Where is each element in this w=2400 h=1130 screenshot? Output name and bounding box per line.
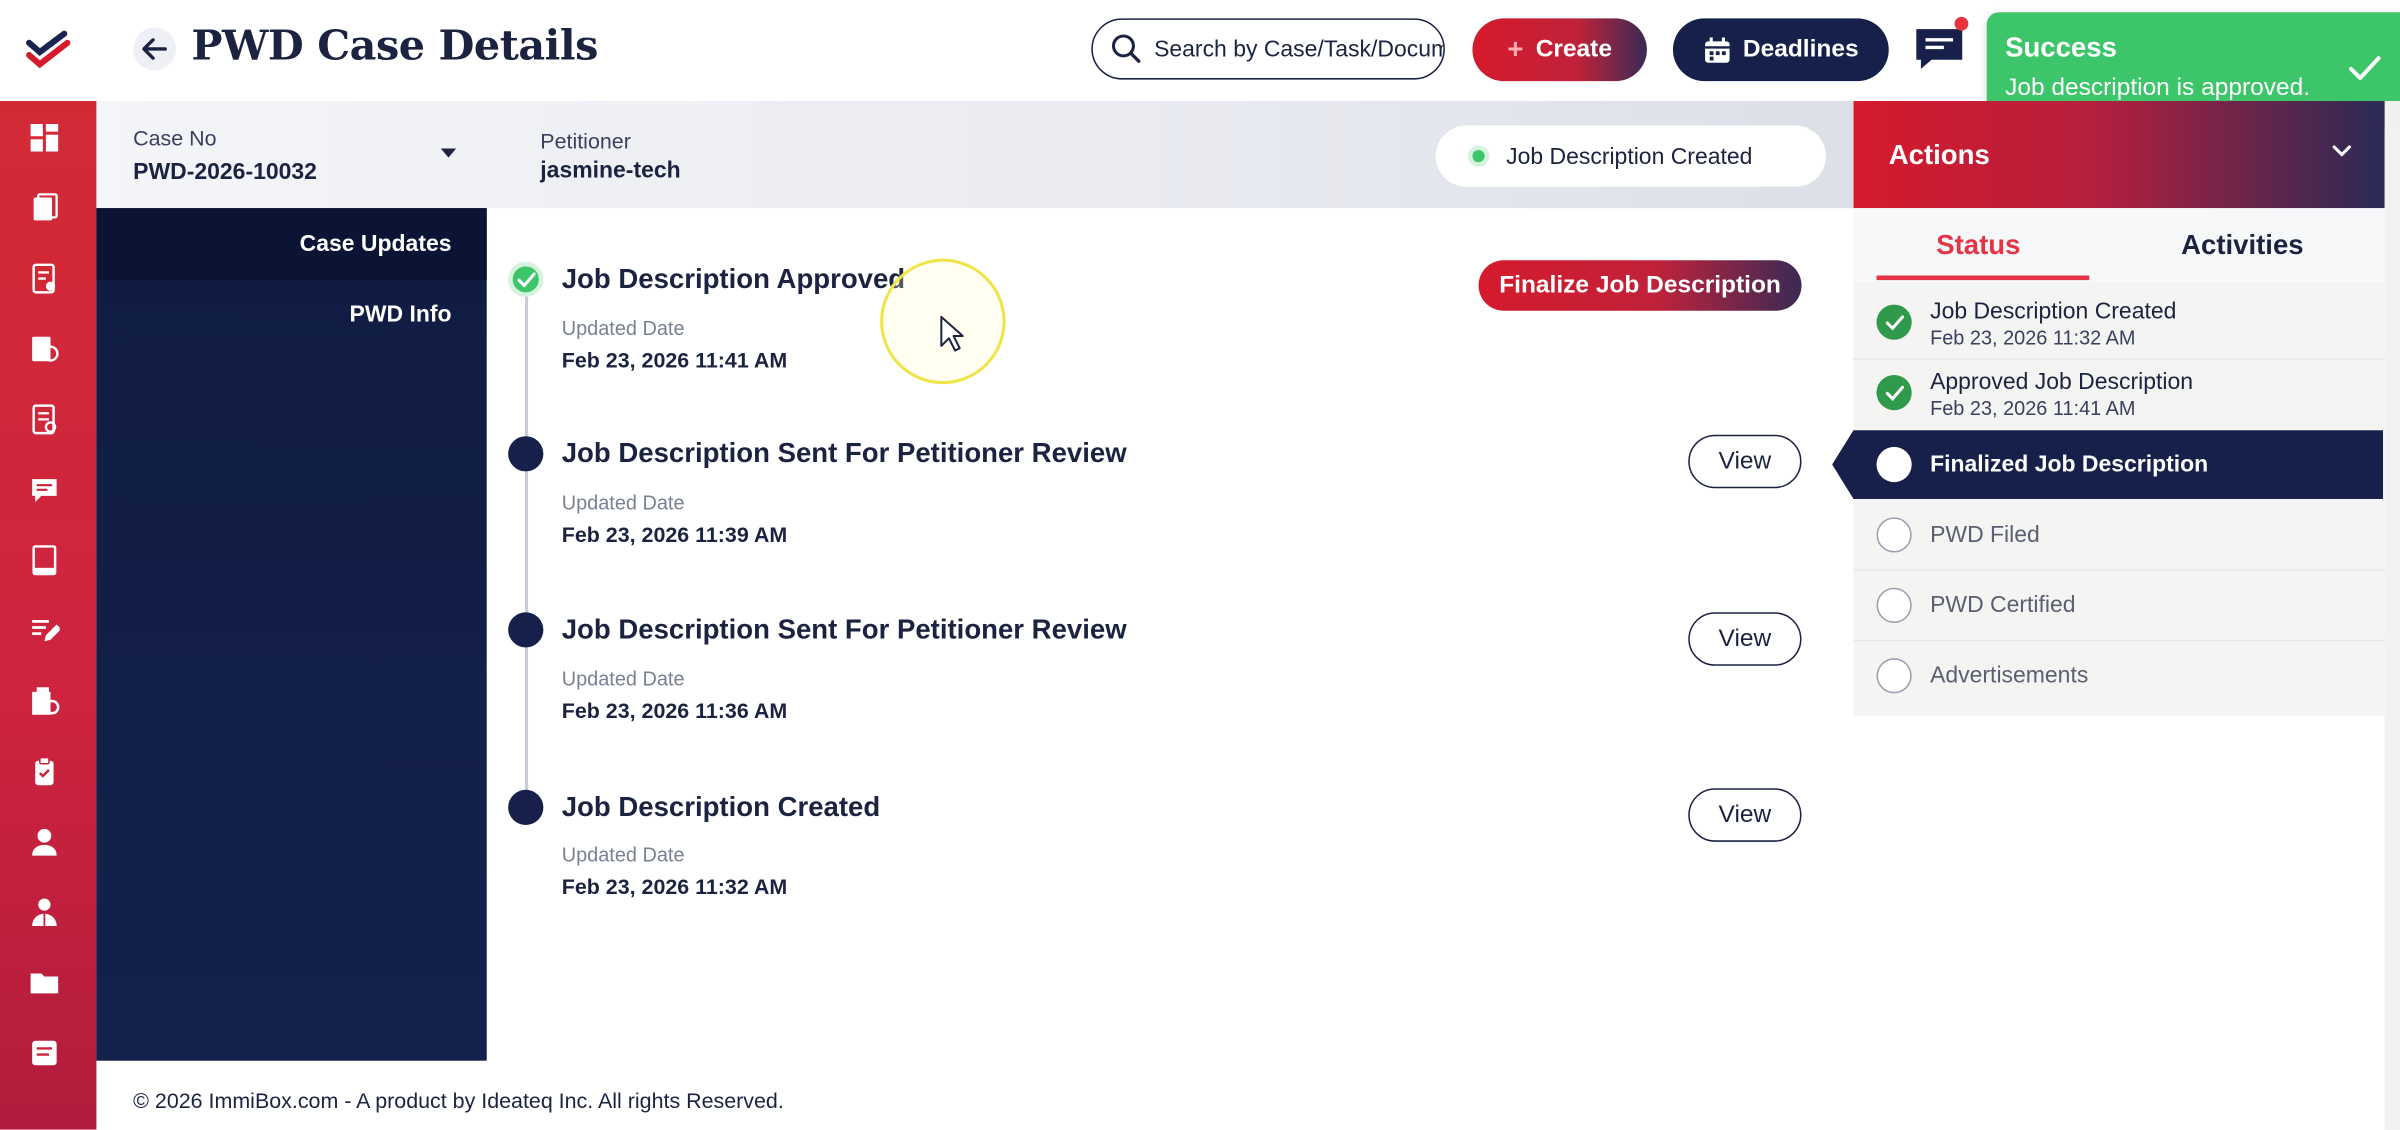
left-rail [0,0,97,1130]
tab-active-underline [1876,275,2090,281]
step-label: PWD Filed [1930,521,2040,548]
nav-item-case-updates[interactable]: Case Updates [96,231,452,257]
timeline-title: Job Description Approved [561,263,906,294]
status-dot-icon [1472,149,1485,163]
user-icon[interactable] [29,827,60,858]
case-no-label: Case No [133,125,217,150]
step-check-icon [1876,374,1912,411]
chevron-down-icon [2332,145,2352,157]
timeline-date-label: Updated Date [561,316,685,340]
row-divider [1853,358,2385,360]
step-current-circle-icon [1876,446,1912,483]
step-empty-circle-icon [1876,517,1912,553]
actions-title: Actions [1888,139,1990,170]
tab-status[interactable]: Status [1936,230,2020,262]
petitioner-value: jasmine-tech [540,157,681,184]
timeline-dot [508,436,544,472]
step-check-icon [1876,304,1912,340]
footer-copyright: © 2026 ImmiBox.com - A product by Ideate… [133,1088,784,1113]
case-dropdown-caret-icon[interactable] [440,148,457,158]
step-label: Advertisements [1930,662,2089,689]
case-no-value: PWD-2026-10032 [133,159,317,186]
step-label: Job Description Created [1930,298,2177,325]
search-icon [1111,34,1141,63]
timeline-date: Feb 23, 2026 11:41 AM [561,347,788,372]
messages-icon[interactable] [29,474,60,505]
step-label: Approved Job Description [1930,368,2193,395]
timeline-date: Feb 23, 2026 11:39 AM [561,521,788,547]
view-button[interactable]: View [1688,788,1802,842]
forms-icon[interactable] [29,404,60,435]
search-box[interactable] [1091,18,1445,80]
step-label: PWD Certified [1930,592,2076,619]
row-divider [1853,639,2385,642]
folder-icon[interactable] [29,967,60,998]
case-side-nav [96,208,487,1061]
clipboard-icon[interactable] [29,756,60,787]
documents-icon[interactable] [29,334,60,365]
reports-icon[interactable] [29,545,60,576]
view-button[interactable]: View [1688,434,1802,489]
timeline-date: Feb 23, 2026 11:32 AM [561,873,788,899]
arrow-left-icon [142,38,167,60]
timeline-date-label: Updated Date [561,843,685,867]
search-input[interactable] [1151,34,1444,64]
row-divider [1853,569,2385,571]
finalize-job-description-button[interactable]: Finalize Job Description [1478,260,1802,311]
timeline-check-icon [508,261,544,297]
timeline-line [524,278,528,809]
back-button[interactable] [133,27,177,71]
scrollbar[interactable] [2384,101,2400,1130]
step-empty-circle-icon [1876,658,1912,694]
step-label-current[interactable]: Finalized Job Description [1930,452,2208,478]
page-title: PWD Case Details [191,22,598,71]
timeline-title: Job Description Sent For Petitioner Revi… [561,613,1127,645]
tab-activities[interactable]: Activities [2181,230,2304,262]
actions-panel-header[interactable]: Actions [1853,101,2385,209]
deadlines-label: Deadlines [1742,35,1859,62]
employee-icon[interactable] [29,897,60,928]
calendar-icon [1704,36,1730,62]
toast-message: Job description is approved. [2005,74,2311,102]
timeline-date-label: Updated Date [561,491,685,515]
dashboard-icon[interactable] [29,122,60,153]
step-date: Feb 23, 2026 11:41 AM [1930,396,2136,420]
case-status-badge: Job Description Created [1435,125,1827,187]
plus-icon: + [1507,33,1524,65]
notes-icon[interactable] [29,1038,60,1069]
timeline-title: Job Description Created [561,791,881,822]
toast-title: Success [2005,32,2117,63]
step-empty-circle-icon [1876,587,1912,623]
templates-icon[interactable] [29,686,60,717]
timeline-dot [508,612,544,648]
actions-tabs [1853,208,2385,282]
check-icon [2349,56,2381,81]
cases-icon[interactable] [29,193,60,224]
deadlines-button[interactable]: Deadlines [1672,18,1889,82]
timeline-date: Feb 23, 2026 11:36 AM [561,697,788,723]
create-label: Create [1535,35,1612,62]
edit-notes-icon[interactable] [29,615,60,646]
view-button[interactable]: View [1688,612,1802,666]
nav-item-pwd-info[interactable]: PWD Info [96,302,452,328]
chat-icon[interactable] [1913,26,1965,72]
timeline-dot [508,789,544,825]
case-status-text: Job Description Created [1506,143,1753,170]
tasks-icon[interactable] [29,263,60,294]
timeline-date-label: Updated Date [561,667,685,691]
petitioner-label: Petitioner [540,128,631,154]
create-button[interactable]: + Create [1472,18,1647,82]
step-date: Feb 23, 2026 11:32 AM [1930,326,2136,349]
app-logo[interactable] [0,0,97,102]
timeline-title: Job Description Sent For Petitioner Revi… [561,437,1127,469]
mouse-pointer-icon [940,315,964,352]
notification-dot [1954,16,1969,31]
